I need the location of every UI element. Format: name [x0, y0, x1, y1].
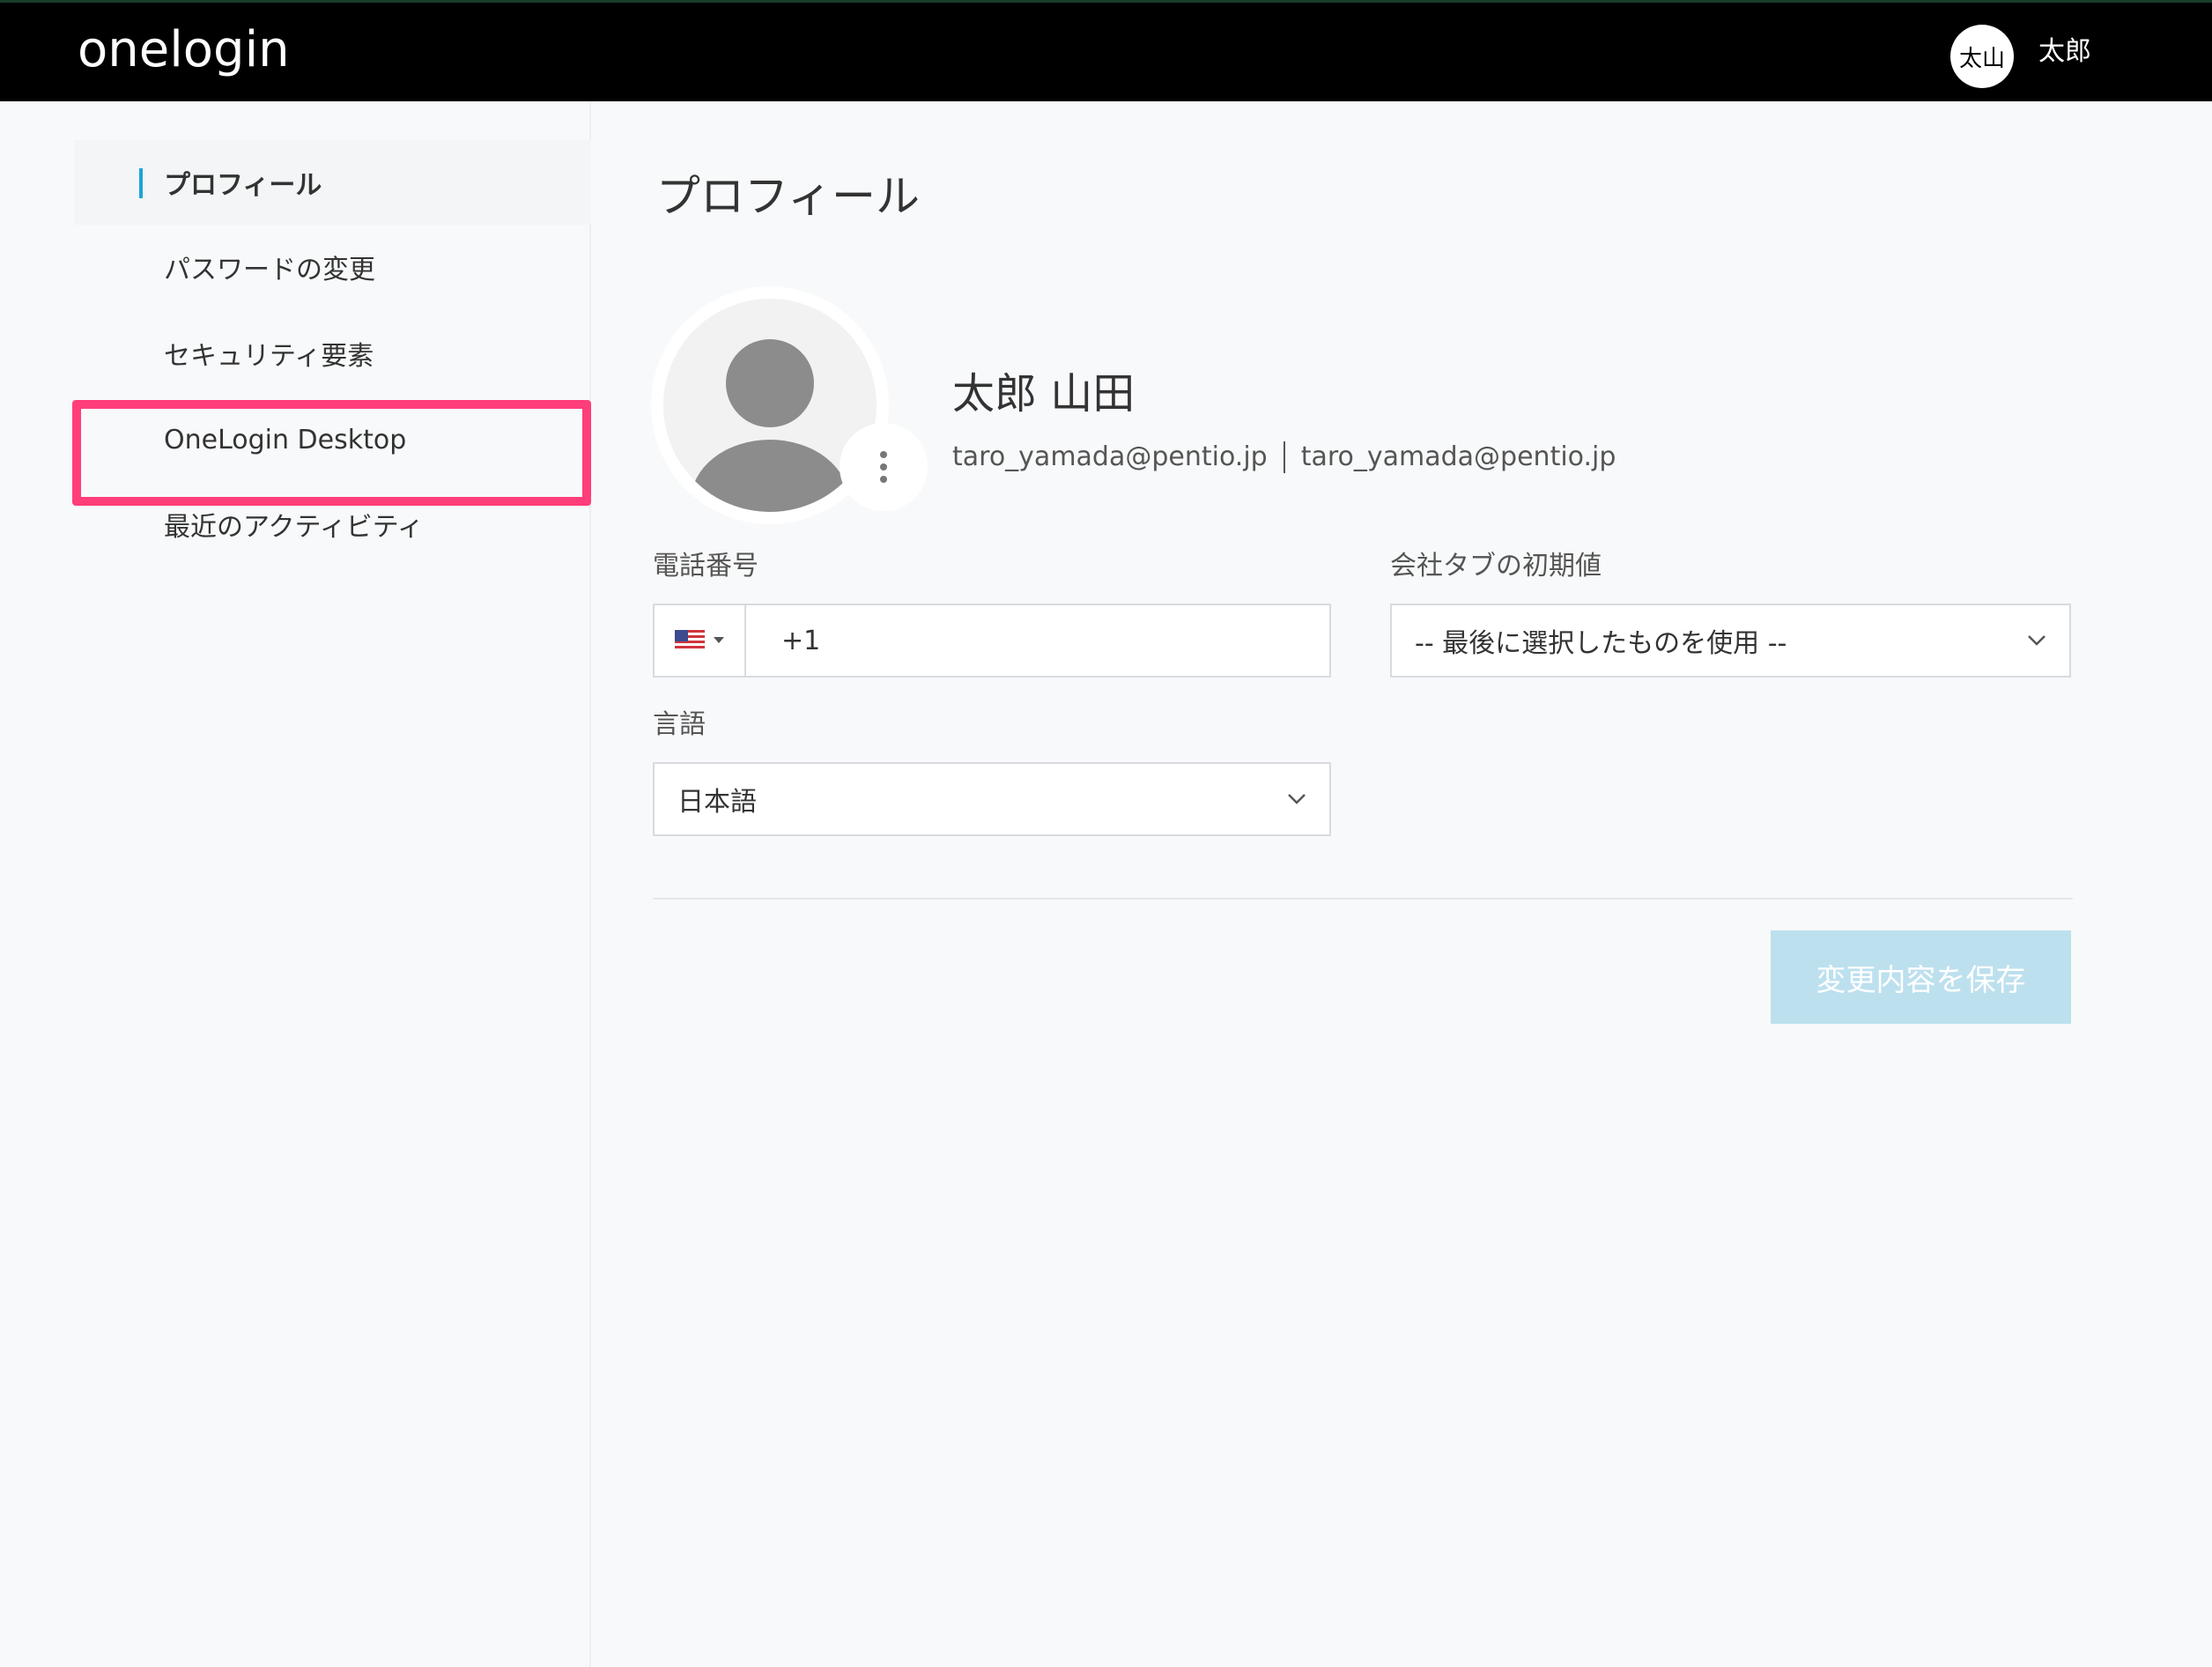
chevron-down-icon	[1288, 794, 1306, 804]
sidebar: プロフィール パスワードの変更 セキュリティ要素 OneLogin Deskto…	[0, 101, 591, 1667]
sidebar-item-onelogin-desktop[interactable]: OneLogin Desktop	[74, 397, 591, 482]
language-label: 言語	[653, 709, 706, 740]
chevron-down-icon	[2028, 635, 2046, 646]
active-indicator	[139, 168, 143, 198]
user-full-name: 太郎 山田	[952, 369, 1136, 419]
sidebar-item-label: パスワードの変更	[164, 255, 375, 285]
onelogin-logo[interactable]: onelogin	[78, 22, 290, 78]
us-flag-icon	[675, 630, 705, 651]
save-changes-button[interactable]: 変更内容を保存	[1771, 930, 2071, 1024]
sidebar-item-label: セキュリティ要素	[164, 341, 374, 372]
country-code-dropdown[interactable]	[655, 605, 746, 676]
top-bar: onelogin 太山 太郎	[0, 0, 2212, 101]
user-emails: taro_yamada@pentio.jp taro_yamada@pentio…	[952, 438, 1616, 477]
company-tab-label: 会社タブの初期値	[1390, 551, 1602, 582]
email-separator	[1283, 441, 1285, 473]
user-avatar[interactable]: 太山	[1950, 25, 2014, 88]
phone-label: 電話番号	[653, 551, 758, 582]
caret-down-icon	[714, 637, 724, 643]
main-content: プロフィール 太郎 山田 taro_yamada@pentio.jp taro_…	[593, 101, 2212, 1667]
more-vertical-icon	[880, 451, 887, 483]
language-selected: 日本語	[677, 787, 757, 818]
sidebar-item-recent-activity[interactable]: 最近のアクティビティ	[74, 482, 591, 567]
sidebar-item-security-factors[interactable]: セキュリティ要素	[74, 311, 591, 396]
email-secondary: taro_yamada@pentio.jp	[1300, 441, 1616, 472]
sidebar-item-profile[interactable]: プロフィール	[74, 140, 591, 225]
email-primary: taro_yamada@pentio.jp	[952, 441, 1268, 472]
avatar-options-button[interactable]	[840, 423, 928, 511]
page-title: プロフィール	[656, 171, 920, 222]
company-tab-select[interactable]: -- 最後に選択したものを使用 --	[1390, 604, 2071, 678]
form-divider	[653, 898, 2073, 900]
user-menu-name[interactable]: 太郎	[2038, 34, 2091, 70]
sidebar-item-label: プロフィール	[164, 170, 322, 201]
company-tab-selected: -- 最後に選択したものを使用 --	[1415, 628, 1787, 659]
sidebar-item-label: 最近のアクティビティ	[164, 512, 424, 543]
sidebar-item-label: OneLogin Desktop	[164, 424, 407, 456]
phone-input[interactable]	[746, 605, 1329, 676]
language-select[interactable]: 日本語	[653, 762, 1331, 836]
sidebar-item-change-password[interactable]: パスワードの変更	[74, 225, 591, 309]
phone-field	[653, 604, 1331, 678]
